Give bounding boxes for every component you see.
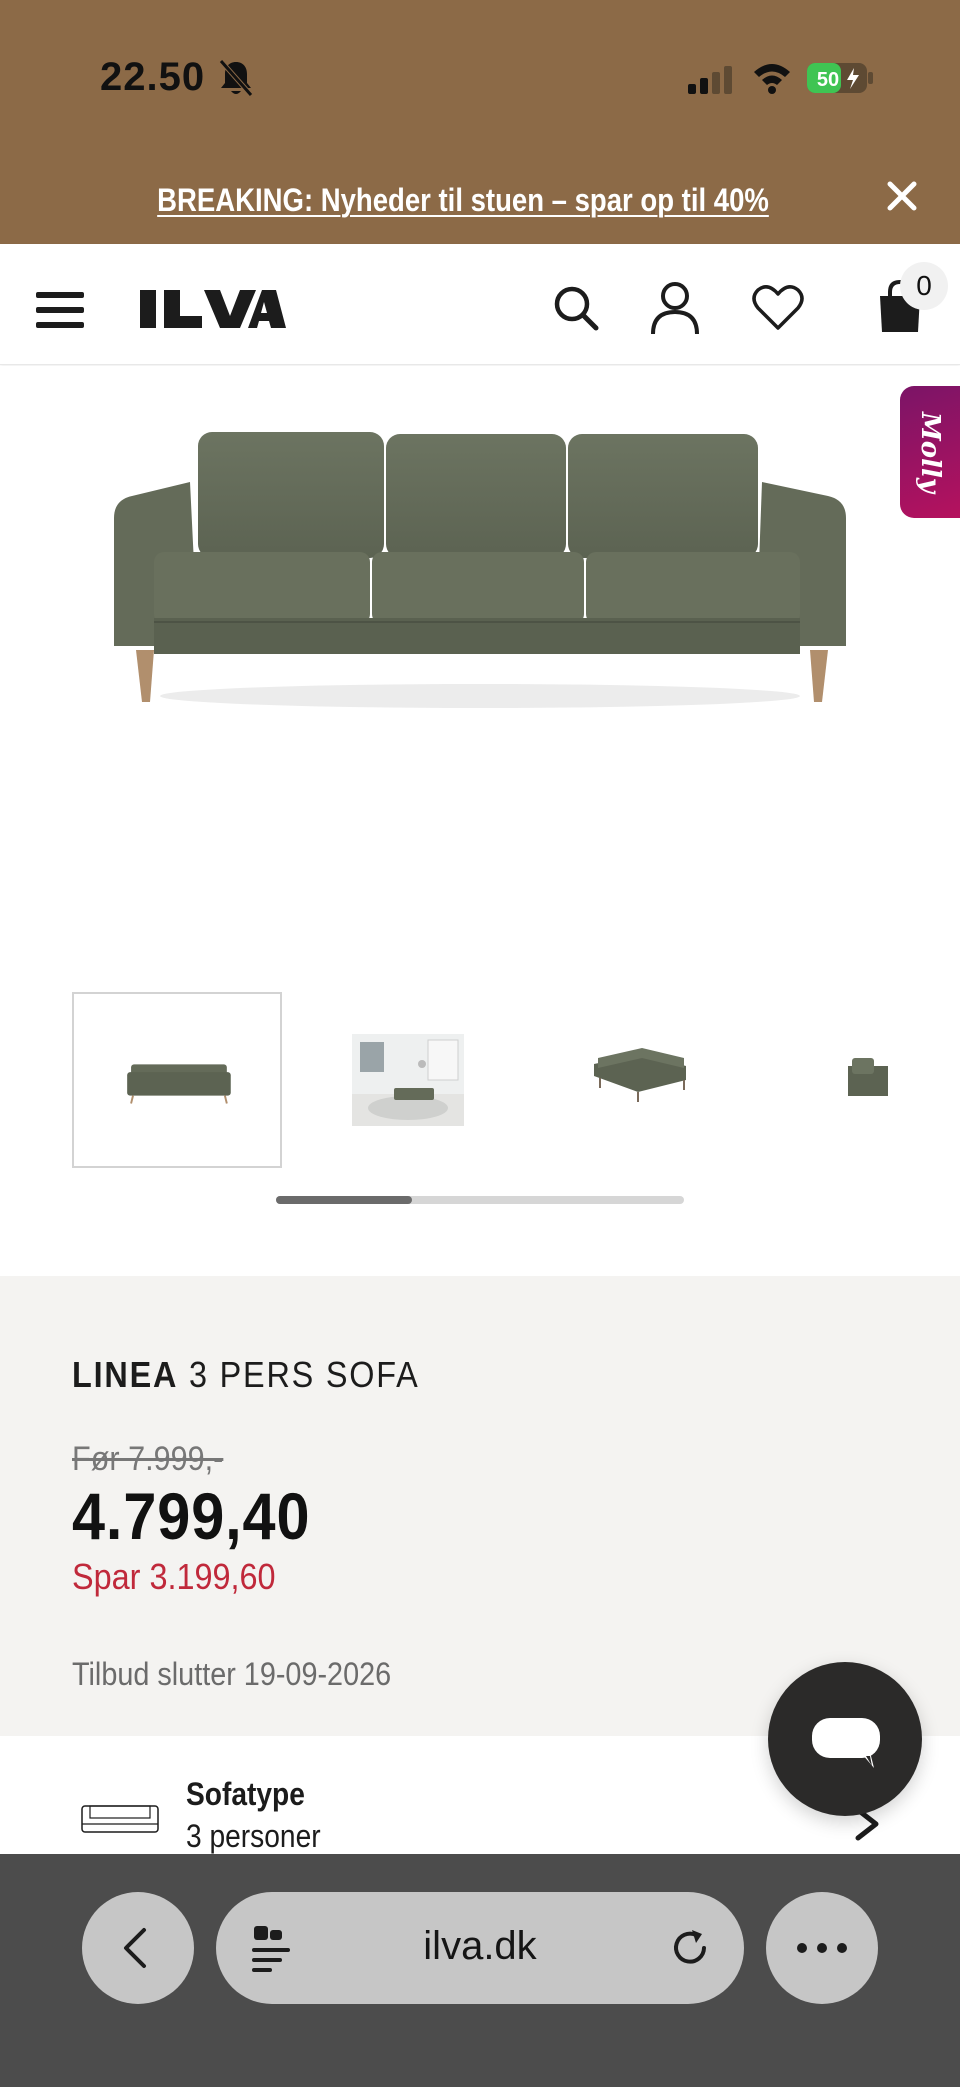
signal-icon xyxy=(688,66,732,94)
offer-end-date: Tilbud slutter 19-09-2026 xyxy=(72,1656,392,1692)
spec-value: 3 personer xyxy=(186,1818,321,1854)
thumbnail-strip xyxy=(0,990,960,1220)
thumbnail-front[interactable] xyxy=(72,992,282,1168)
saving-amount: Spar 3.199,60 xyxy=(72,1556,276,1597)
sofa-type-icon xyxy=(81,1805,159,1833)
announcement-bar[interactable]: BREAKING: Nyheder til stuen – spar op ti… xyxy=(0,160,960,244)
chat-bubble-icon[interactable] xyxy=(812,1718,880,1768)
battery-icon: 50 xyxy=(807,63,873,93)
status-time: 22.50 xyxy=(100,55,206,99)
bell-muted-icon xyxy=(219,59,253,97)
product-brand: LINEA xyxy=(72,1354,179,1395)
url-text[interactable]: ilva.dk xyxy=(216,1924,744,1969)
current-price: 4.799,40 xyxy=(72,1479,311,1553)
close-icon[interactable] xyxy=(884,178,920,214)
molly-label[interactable]: Molly xyxy=(912,390,948,514)
ilva-logo[interactable] xyxy=(140,286,286,330)
site-header: 0 xyxy=(0,244,960,365)
battery-level: 50 xyxy=(817,69,839,91)
old-price: Før 7.999,- xyxy=(72,1440,224,1478)
menu-icon[interactable] xyxy=(36,290,84,330)
chevron-left-icon[interactable] xyxy=(120,1926,150,1970)
gallery-scroll-thumb[interactable] xyxy=(276,1196,412,1204)
product-title: LINEA 3 PERS SOFA xyxy=(72,1354,419,1396)
wifi-icon xyxy=(754,64,790,94)
sofa-thumbnail-image xyxy=(127,1064,231,1104)
sofa-product-image[interactable] xyxy=(110,396,850,716)
spec-label: Sofatype xyxy=(186,1776,305,1812)
product-name: 3 PERS SOFA xyxy=(189,1354,420,1395)
user-icon[interactable] xyxy=(650,280,700,336)
cart-count-badge[interactable]: 0 xyxy=(900,262,948,310)
search-icon[interactable] xyxy=(552,284,600,332)
reload-icon[interactable] xyxy=(668,1926,712,1970)
announcement-link[interactable]: BREAKING: Nyheder til stuen – spar op ti… xyxy=(65,182,861,219)
thumbnail-side[interactable] xyxy=(846,1056,888,1100)
more-icon[interactable] xyxy=(794,1940,850,1956)
product-image-area[interactable] xyxy=(0,366,960,966)
thumbnail-room[interactable] xyxy=(352,1034,464,1126)
heart-icon[interactable] xyxy=(752,284,804,332)
thumbnail-angle[interactable] xyxy=(586,1036,694,1106)
